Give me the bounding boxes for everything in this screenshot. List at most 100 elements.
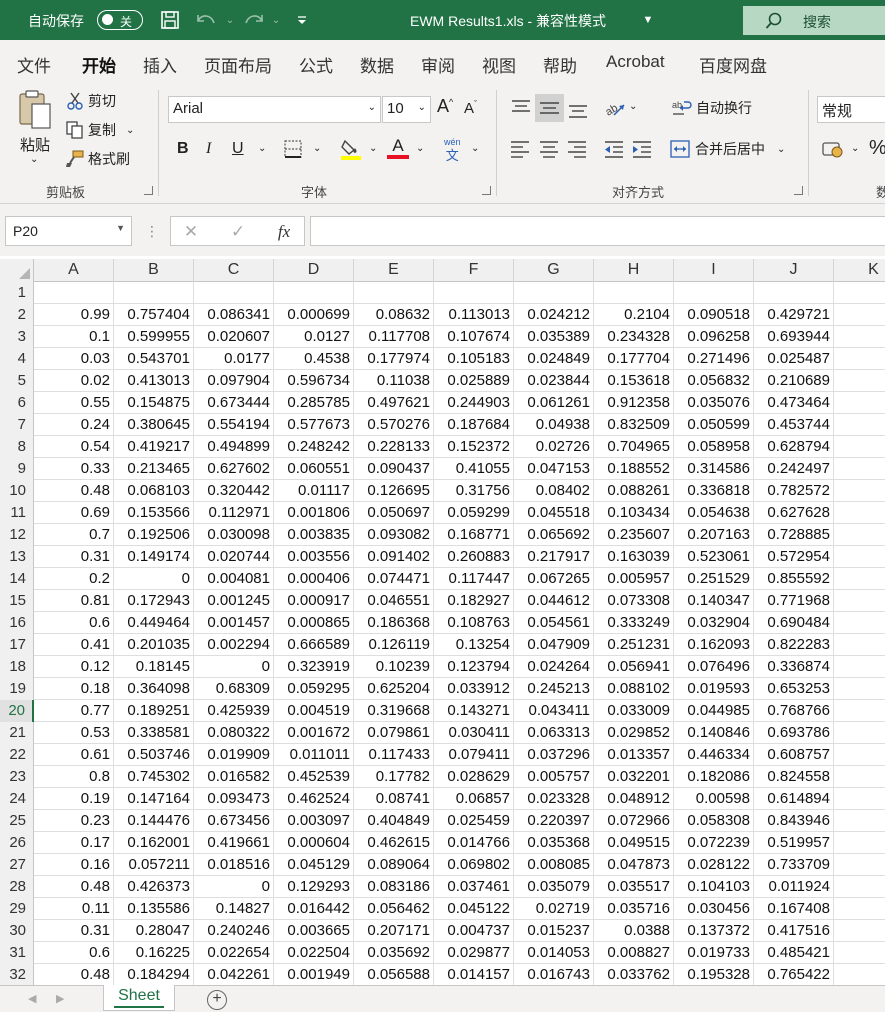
cell[interactable]: 0.028629: [434, 766, 514, 788]
cell[interactable]: 0.168771: [434, 524, 514, 546]
cell[interactable]: 0.014053: [514, 942, 594, 964]
column-header-c[interactable]: C: [194, 259, 274, 282]
font-name-select[interactable]: Arial ⌄: [168, 96, 381, 123]
cell[interactable]: 0.201035: [114, 634, 194, 656]
column-header-h[interactable]: H: [594, 259, 674, 282]
add-sheet-icon[interactable]: +: [207, 990, 227, 1010]
orientation-dropdown-icon[interactable]: ⌄: [629, 101, 637, 112]
cell[interactable]: 0.090518: [674, 304, 754, 326]
cell[interactable]: 0.149174: [114, 546, 194, 568]
row-header[interactable]: 11: [0, 502, 34, 524]
cell[interactable]: 0.177974: [354, 348, 434, 370]
column-header-f[interactable]: F: [434, 259, 514, 282]
cell[interactable]: 0.425939: [194, 700, 274, 722]
cell[interactable]: 0.14827: [194, 898, 274, 920]
cell[interactable]: 0.033912: [434, 678, 514, 700]
cell[interactable]: 0.001245: [194, 590, 274, 612]
align-top-icon[interactable]: [510, 98, 532, 121]
row-header[interactable]: 2: [0, 304, 34, 326]
cut-button[interactable]: 剪切: [66, 91, 116, 111]
align-middle-icon[interactable]: [535, 94, 564, 122]
cell[interactable]: [834, 436, 885, 458]
cell[interactable]: 0.035517: [594, 876, 674, 898]
cell[interactable]: [834, 502, 885, 524]
cell[interactable]: 0.653253: [754, 678, 834, 700]
cell[interactable]: 0.189251: [114, 700, 194, 722]
cell[interactable]: 0.832509: [594, 414, 674, 436]
cell[interactable]: 0.0127: [274, 326, 354, 348]
cell[interactable]: 0.054561: [514, 612, 594, 634]
cell[interactable]: [834, 480, 885, 502]
cell[interactable]: 0.035716: [594, 898, 674, 920]
cell[interactable]: 0.037461: [434, 876, 514, 898]
borders-dropdown-icon[interactable]: ⌄: [313, 143, 321, 154]
increase-indent-icon[interactable]: [632, 140, 652, 161]
cell[interactable]: 0.41055: [434, 458, 514, 480]
cell[interactable]: 0.188552: [594, 458, 674, 480]
cell[interactable]: 0.003097: [274, 810, 354, 832]
cell[interactable]: 0.072966: [594, 810, 674, 832]
wrap-text-button[interactable]: ab 自动换行: [672, 98, 752, 118]
cell[interactable]: 0.48: [34, 480, 114, 502]
cell[interactable]: 0.6: [34, 612, 114, 634]
row-header[interactable]: 6: [0, 392, 34, 414]
cell[interactable]: 0.2: [34, 568, 114, 590]
cell[interactable]: 0.014157: [434, 964, 514, 985]
cell[interactable]: 0.079861: [354, 722, 434, 744]
cell[interactable]: 0.048912: [594, 788, 674, 810]
column-header-j[interactable]: J: [754, 259, 834, 282]
cell[interactable]: 0.107674: [434, 326, 514, 348]
cell[interactable]: 0.043411: [514, 700, 594, 722]
cell[interactable]: 0.855592: [754, 568, 834, 590]
cell[interactable]: 0.019909: [194, 744, 274, 766]
cell[interactable]: 0.13254: [434, 634, 514, 656]
cell[interactable]: 0.003556: [274, 546, 354, 568]
cell[interactable]: 0.285785: [274, 392, 354, 414]
cell[interactable]: 0.028122: [674, 854, 754, 876]
cell[interactable]: 0.016743: [514, 964, 594, 985]
cell[interactable]: 0.022654: [194, 942, 274, 964]
tab-acrobat[interactable]: Acrobat: [606, 52, 665, 72]
cell[interactable]: 0.338581: [114, 722, 194, 744]
cell[interactable]: 0.217917: [514, 546, 594, 568]
cell[interactable]: 0.037296: [514, 744, 594, 766]
cell[interactable]: 0.063313: [514, 722, 594, 744]
fill-color-dropdown-icon[interactable]: ⌄: [369, 143, 377, 154]
cell[interactable]: 0.186368: [354, 612, 434, 634]
cell[interactable]: [34, 282, 114, 304]
redo-dropdown-icon[interactable]: ⌄: [264, 8, 288, 32]
cell[interactable]: 0.220397: [514, 810, 594, 832]
cell[interactable]: 0.135586: [114, 898, 194, 920]
cell[interactable]: 0.033009: [594, 700, 674, 722]
cell[interactable]: 0.011924: [754, 876, 834, 898]
cell[interactable]: 0.045122: [434, 898, 514, 920]
cell[interactable]: 0.000604: [274, 832, 354, 854]
cell[interactable]: 0.047153: [514, 458, 594, 480]
cell[interactable]: 0.044985: [674, 700, 754, 722]
cell[interactable]: 0.035389: [514, 326, 594, 348]
cell[interactable]: 0.419661: [194, 832, 274, 854]
cell[interactable]: 0.2104: [594, 304, 674, 326]
decrease-font-size-icon[interactable]: Aˇ: [464, 99, 477, 117]
tab-formulas[interactable]: 公式: [299, 52, 333, 77]
cell[interactable]: 0.129293: [274, 876, 354, 898]
cell[interactable]: 0.02: [34, 370, 114, 392]
fill-color-icon[interactable]: [340, 138, 362, 163]
cell[interactable]: 0.207163: [674, 524, 754, 546]
cell[interactable]: 0.162093: [674, 634, 754, 656]
cell[interactable]: 0.240246: [194, 920, 274, 942]
cell[interactable]: 0.056588: [354, 964, 434, 985]
cell[interactable]: 0.207171: [354, 920, 434, 942]
cell[interactable]: [834, 348, 885, 370]
cell[interactable]: 0.117447: [434, 568, 514, 590]
cell[interactable]: 0.147164: [114, 788, 194, 810]
cell[interactable]: [834, 524, 885, 546]
row-header[interactable]: 20: [0, 700, 34, 722]
cell[interactable]: 0.030456: [674, 898, 754, 920]
cell[interactable]: [834, 634, 885, 656]
cell[interactable]: 0.765422: [754, 964, 834, 985]
cell[interactable]: 0.011011: [274, 744, 354, 766]
cell[interactable]: 0.004081: [194, 568, 274, 590]
cell[interactable]: 0: [194, 656, 274, 678]
cell[interactable]: 0.570276: [354, 414, 434, 436]
